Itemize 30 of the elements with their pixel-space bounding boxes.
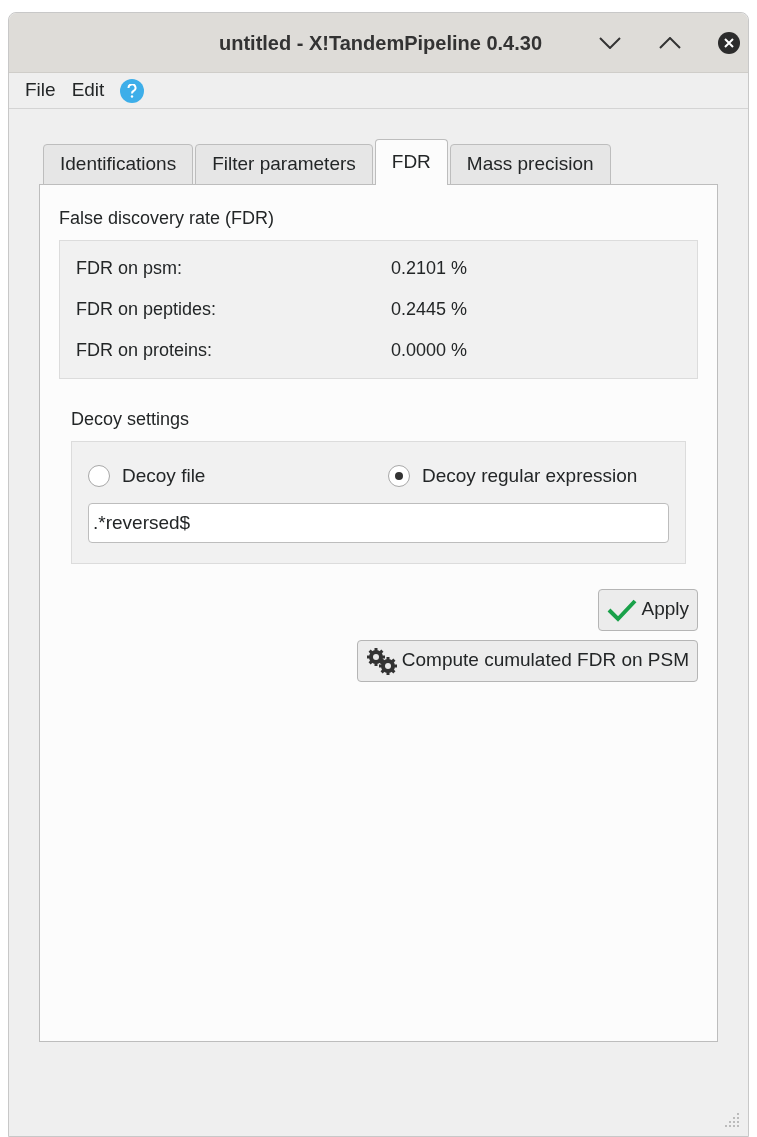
compute-button[interactable]: Compute cumulated FDR on PSM — [356, 639, 698, 682]
tab[interactable]: Filter parameters — [195, 144, 373, 185]
tab[interactable]: Mass precision — [449, 144, 611, 185]
section-title: False discovery rate (FDR) — [59, 207, 276, 230]
window-title: untitled - X!TandemPipeline 0.4.30 — [219, 30, 543, 56]
question-mark-icon — [127, 83, 138, 98]
radio-option[interactable]: Decoy regular expression — [388, 462, 638, 491]
checkmark-icon — [607, 597, 638, 622]
chevron-down-icon — [599, 36, 621, 49]
fdr-value: 0.0000 % — [391, 339, 468, 362]
radio-button[interactable] — [88, 465, 110, 488]
close-icon — [724, 37, 734, 48]
menu-item[interactable]: Edit — [71, 76, 105, 105]
fdr-label: FDR on peptides: — [76, 298, 218, 321]
close-button[interactable] — [718, 31, 740, 54]
fdr-value: 0.2445 % — [391, 298, 468, 321]
apply-button[interactable]: Apply — [598, 588, 698, 631]
resize-grip-icon — [724, 1112, 740, 1128]
radio-option[interactable]: Decoy file — [88, 462, 388, 491]
chevron-up-icon — [659, 36, 681, 49]
menu-item[interactable]: File — [25, 76, 56, 105]
section-title: Decoy settings — [71, 408, 191, 431]
tab[interactable]: FDR — [374, 139, 448, 185]
tab[interactable]: Identifications — [43, 144, 194, 185]
fdr-label: FDR on psm: — [76, 257, 184, 280]
regex-field[interactable]: .*reversed$ — [88, 502, 669, 543]
gears-icon — [365, 646, 398, 675]
fdr-value: 0.2101 % — [391, 257, 468, 280]
radio-button[interactable] — [388, 465, 410, 488]
fdr-label: FDR on proteins: — [76, 339, 214, 362]
